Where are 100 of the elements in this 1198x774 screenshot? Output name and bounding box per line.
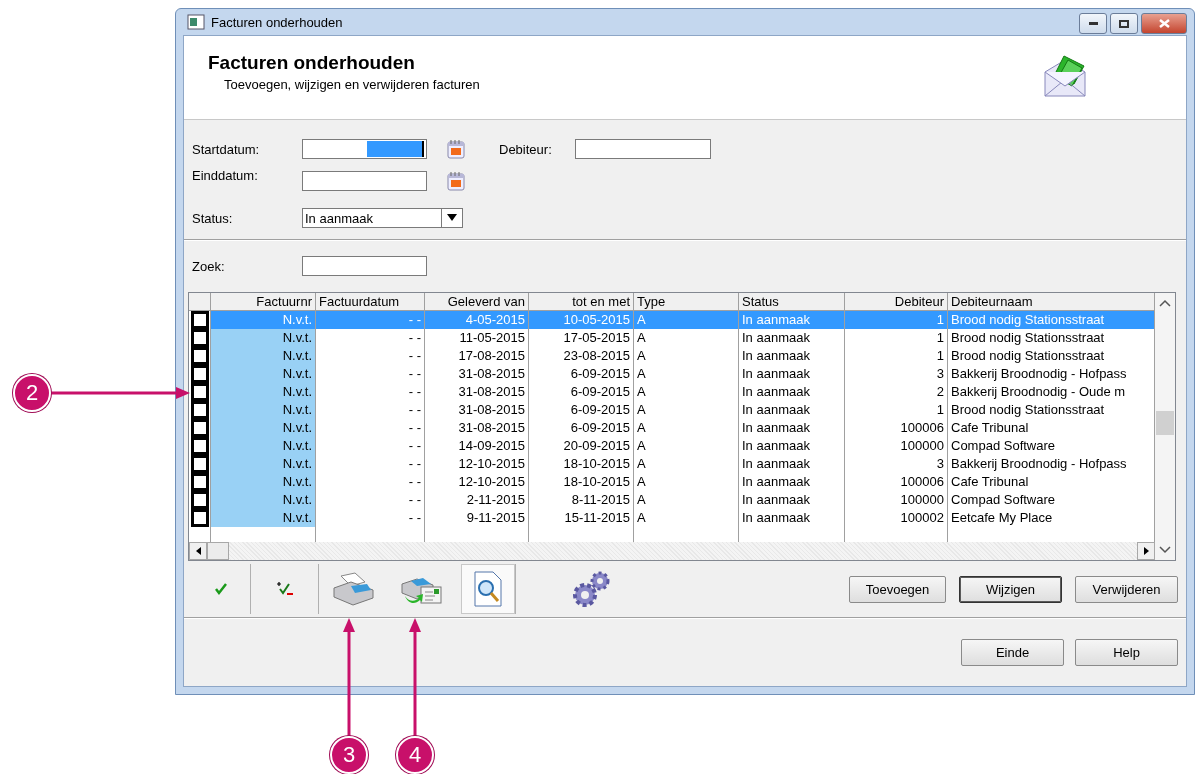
search-field[interactable] <box>302 256 427 276</box>
table-cell: - - <box>316 419 425 437</box>
preview-magnifier-icon[interactable] <box>472 570 504 608</box>
checkbox[interactable] <box>190 383 209 401</box>
action-button[interactable]: Toevoegen <box>849 575 946 603</box>
table-cell: N.v.t. <box>211 437 316 455</box>
scroll-down-icon[interactable] <box>1159 546 1171 554</box>
table-cell: 3 <box>845 455 948 473</box>
field-label: Einddatum: <box>192 168 259 183</box>
table-cell: A <box>634 329 739 347</box>
table-cell: N.v.t. <box>211 347 316 365</box>
checkbox[interactable] <box>190 419 209 437</box>
footer-button[interactable]: Einde <box>961 638 1064 666</box>
minimize-button[interactable] <box>1079 13 1107 34</box>
table-cell: - - <box>316 383 425 401</box>
callout-badge: 3 <box>330 736 368 774</box>
table-row[interactable]: N.v.t. - - 9-11-2015 15-11-2015 A In aanmaak 100002 Eetcafe My Place <box>189 509 1155 527</box>
checkbox[interactable] <box>190 491 209 509</box>
footer-button[interactable]: Help <box>1075 638 1178 666</box>
table-cell: 31-08-2015 <box>425 419 529 437</box>
calendar-icon[interactable] <box>447 171 465 191</box>
date-field[interactable] <box>302 171 427 191</box>
table-cell: A <box>634 347 739 365</box>
scrollbar-thumb[interactable] <box>207 542 229 560</box>
maximize-icon <box>1119 19 1129 28</box>
check-plus-minus-icon[interactable] <box>275 581 294 597</box>
maximize-button[interactable] <box>1110 13 1138 34</box>
checkbox[interactable] <box>190 329 209 347</box>
checkbox[interactable] <box>190 401 209 419</box>
table-cell: 100000 <box>845 491 948 509</box>
table-cell: 1 <box>845 401 948 419</box>
table-cell: - - <box>316 401 425 419</box>
field-label: Zoek: <box>192 258 226 274</box>
callout-badge: 4 <box>396 736 434 774</box>
table-cell: 11-05-2015 <box>425 329 529 347</box>
table-cell: A <box>634 419 739 437</box>
input-field[interactable] <box>575 139 711 159</box>
table-cell: N.v.t. <box>211 365 316 383</box>
status-dropdown[interactable]: In aanmaak <box>302 208 463 228</box>
table-cell: 6-09-2015 <box>529 401 634 419</box>
printer-icon[interactable] <box>331 572 375 606</box>
table-cell: 4-05-2015 <box>425 311 529 329</box>
field-label: Debiteur: <box>499 141 553 157</box>
table-cell: 31-08-2015 <box>425 383 529 401</box>
table-cell: 1 <box>845 347 948 365</box>
scroll-up-icon[interactable] <box>1159 299 1171 307</box>
table-cell: A <box>634 383 739 401</box>
table-cell: 100002 <box>845 509 948 527</box>
table-cell: In aanmaak <box>739 491 845 509</box>
checkbox[interactable] <box>190 437 209 455</box>
date-field[interactable] <box>302 139 427 159</box>
scroll-left-button[interactable] <box>189 542 207 560</box>
table-cell: 17-05-2015 <box>529 329 634 347</box>
envelope-money-icon <box>1042 54 1088 98</box>
table-cell: N.v.t. <box>211 401 316 419</box>
table-cell: 18-10-2015 <box>529 455 634 473</box>
table-cell: 31-08-2015 <box>425 365 529 383</box>
table-cell: N.v.t. <box>211 383 316 401</box>
table-cell: 23-08-2015 <box>529 347 634 365</box>
table-cell: A <box>634 437 739 455</box>
checkbox[interactable] <box>190 509 209 527</box>
page-subtitle: Toevoegen, wijzigen en verwijderen facturen <box>224 77 480 92</box>
table-cell: N.v.t. <box>211 509 316 527</box>
table-cell: In aanmaak <box>739 347 845 365</box>
table-cell: 8-11-2015 <box>529 491 634 509</box>
action-button[interactable]: Wijzigen <box>959 575 1062 603</box>
table-cell: In aanmaak <box>739 509 845 527</box>
right-arrow-icon <box>1143 547 1149 555</box>
close-icon <box>1158 19 1170 28</box>
checkbox[interactable] <box>190 455 209 473</box>
scroll-right-button[interactable] <box>1137 542 1155 560</box>
calendar-icon[interactable] <box>447 139 465 159</box>
close-button[interactable] <box>1141 13 1187 34</box>
checkbox[interactable] <box>190 365 209 383</box>
table-cell: In aanmaak <box>739 329 845 347</box>
scrollbar-thumb[interactable] <box>1156 411 1174 435</box>
table-cell: - - <box>316 491 425 509</box>
table-cell: N.v.t. <box>211 419 316 437</box>
table-cell: 31-08-2015 <box>425 401 529 419</box>
checkbox[interactable] <box>190 311 209 329</box>
field-label: Startdatum: <box>192 141 261 157</box>
table-cell: In aanmaak <box>739 473 845 491</box>
table-cell: 12-10-2015 <box>425 473 529 491</box>
table-cell: A <box>634 491 739 509</box>
table-cell: A <box>634 311 739 329</box>
table-cell: 2 <box>845 383 948 401</box>
checkbox[interactable] <box>190 347 209 365</box>
check-mark-icon[interactable] <box>214 582 228 596</box>
table-cell: - - <box>316 509 425 527</box>
table-cell: 20-09-2015 <box>529 437 634 455</box>
table-cell: N.v.t. <box>211 455 316 473</box>
checkbox[interactable] <box>190 473 209 491</box>
table-cell: 1 <box>845 329 948 347</box>
table-cell: - - <box>316 473 425 491</box>
table-cell: A <box>634 401 739 419</box>
action-button[interactable]: Verwijderen <box>1075 575 1178 603</box>
field-label: Status: <box>192 210 234 226</box>
table-cell: 14-09-2015 <box>425 437 529 455</box>
table-cell: In aanmaak <box>739 419 845 437</box>
table-cell: A <box>634 455 739 473</box>
